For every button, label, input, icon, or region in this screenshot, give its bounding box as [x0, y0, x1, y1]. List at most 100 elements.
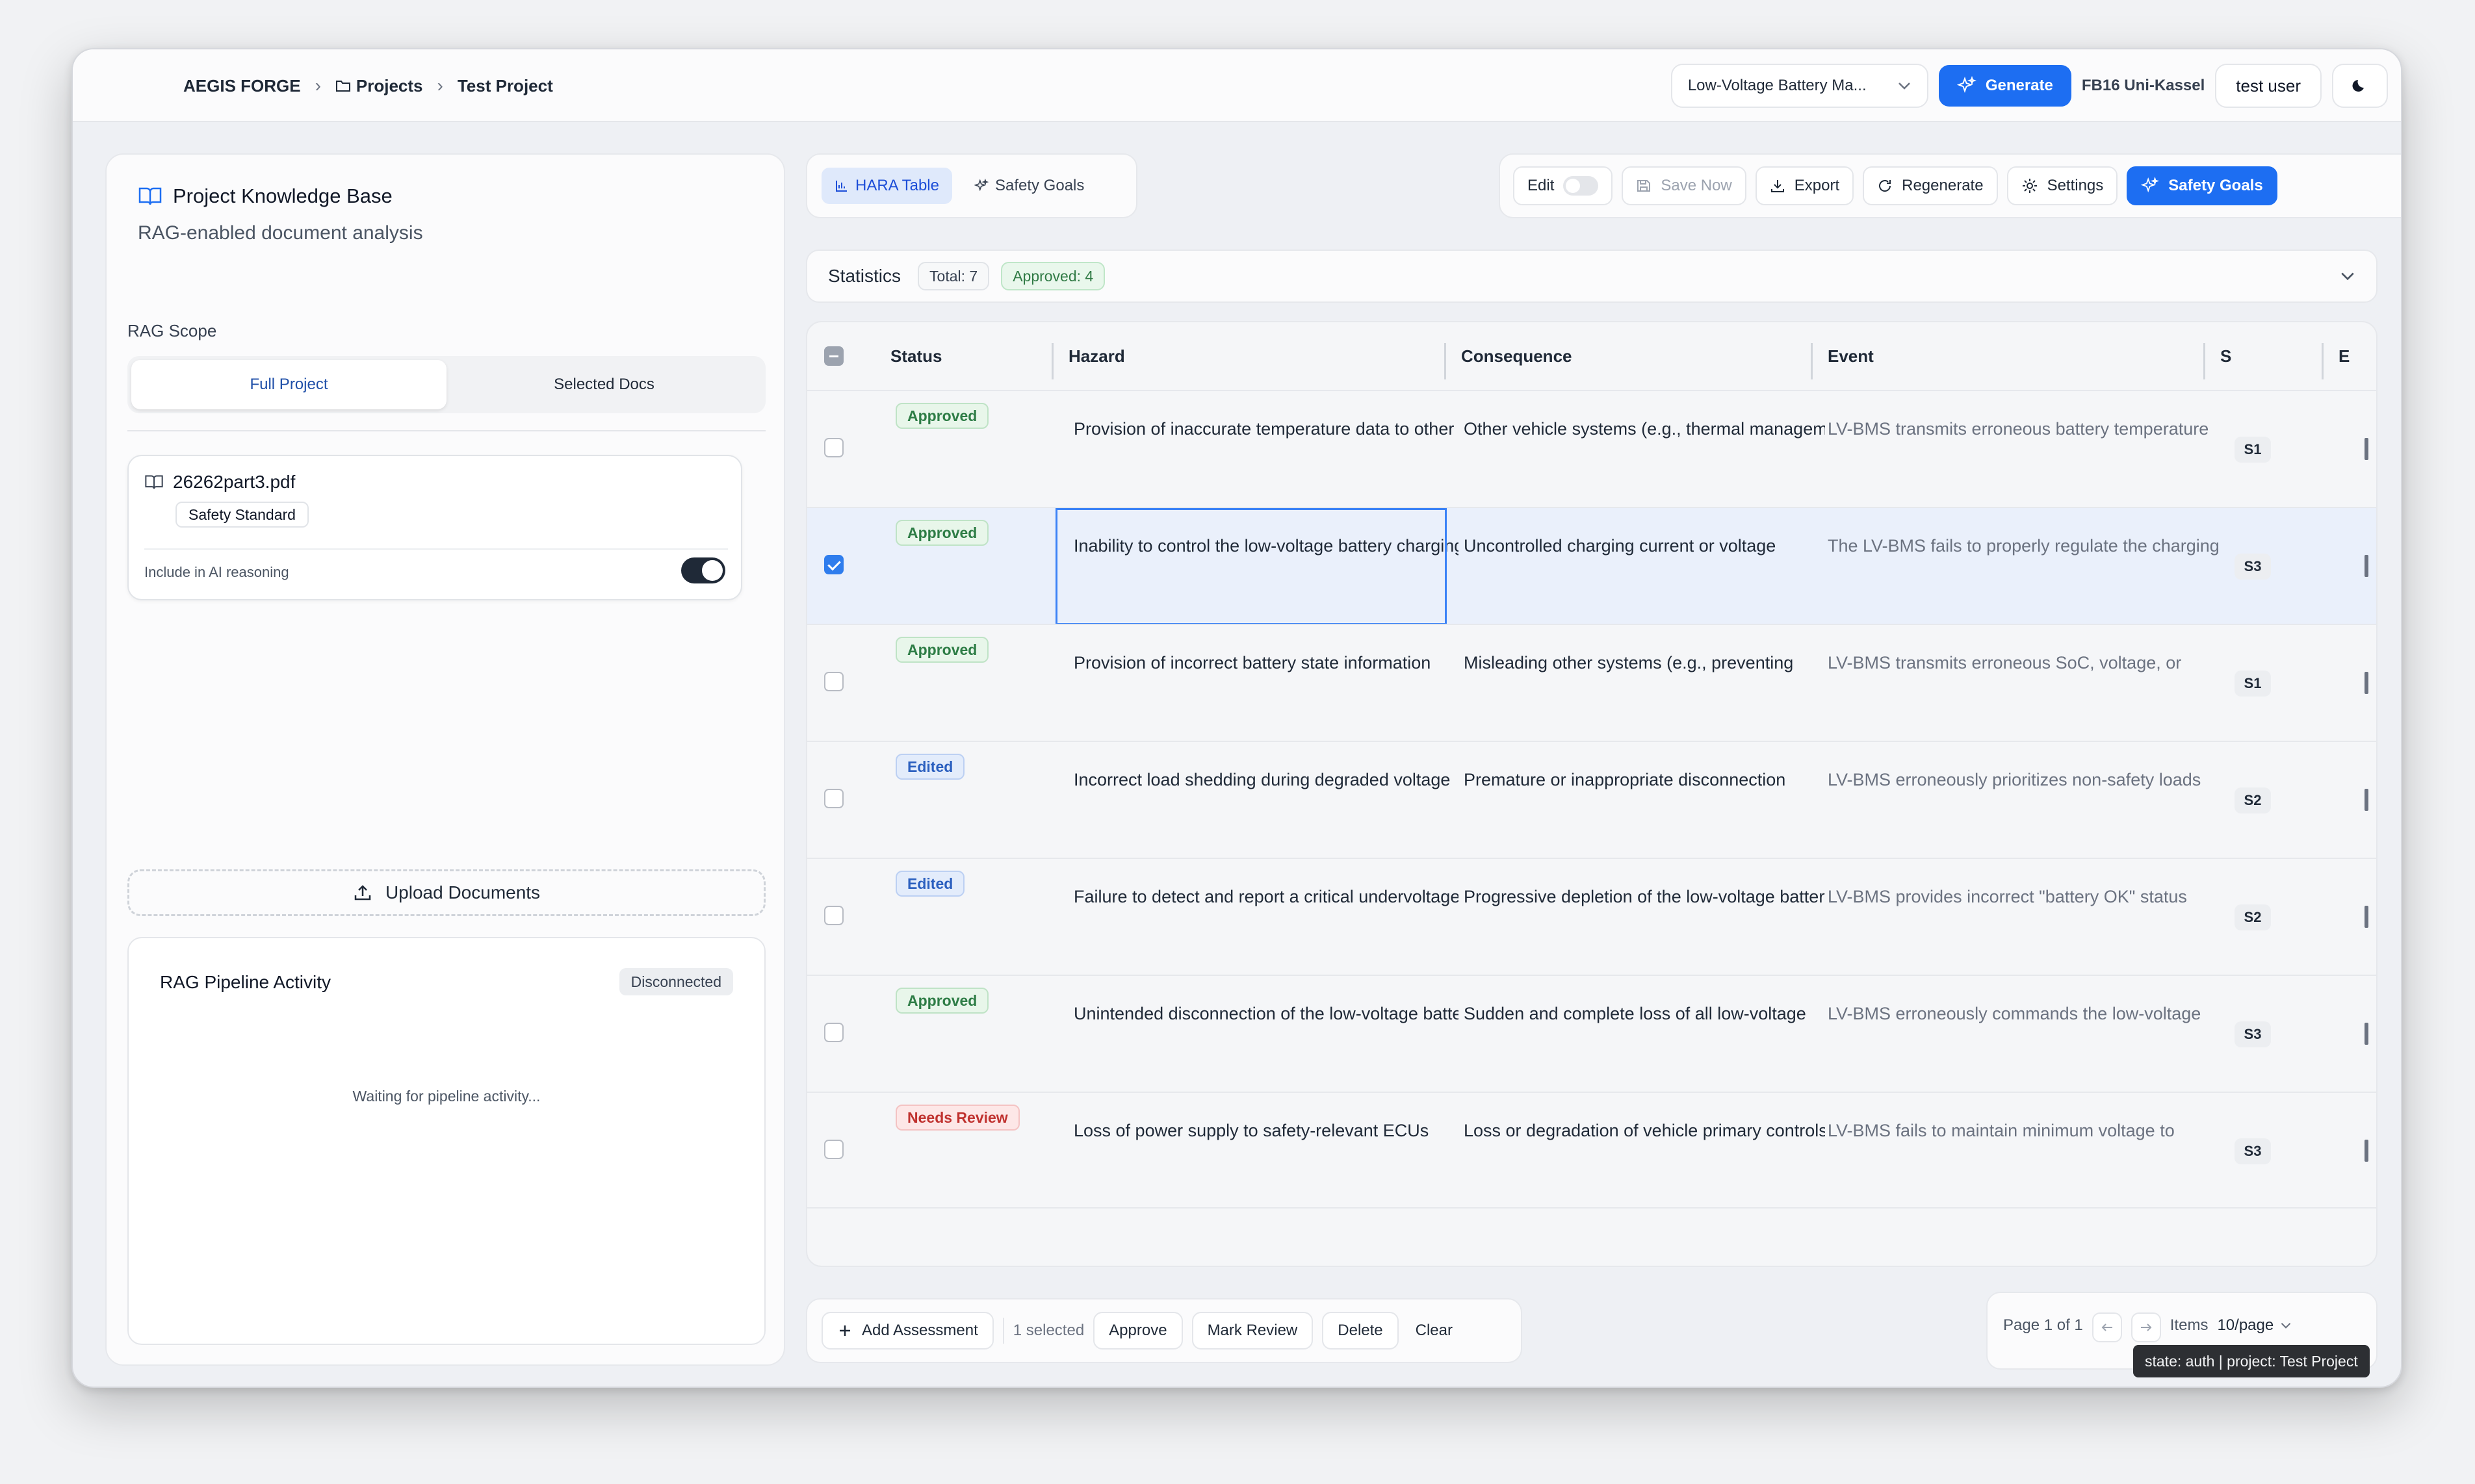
brand-link[interactable]: AEGIS FORGE	[183, 76, 301, 96]
table-toolbar: Edit Save Now Export Regenerate Settings…	[1499, 153, 2401, 218]
event-cell[interactable]: The LV-BMS fails to properly regulate th…	[1828, 533, 2358, 559]
hazard-cell[interactable]: Provision of incorrect battery state inf…	[1074, 650, 1458, 676]
consequence-cell[interactable]: Misleading other systems (e.g., preventi…	[1464, 650, 1825, 676]
bar-chart-icon	[836, 181, 847, 192]
sparkles-icon	[1956, 76, 1976, 93]
row-checkbox[interactable]	[824, 438, 844, 457]
regenerate-button[interactable]: Regenerate	[1863, 166, 1998, 205]
document-name: 26262part3.pdf	[144, 472, 295, 493]
crumb-project[interactable]: Test Project	[458, 76, 553, 96]
row-checkbox[interactable]	[824, 1140, 844, 1159]
table-row[interactable]: Approved Inability to control the low-vo…	[807, 507, 2376, 625]
add-assessment-button[interactable]: Add Assessment	[822, 1312, 994, 1350]
row-checkbox[interactable]	[824, 555, 844, 574]
event-cell[interactable]: LV-BMS erroneously prioritizes non-safet…	[1828, 767, 2358, 793]
exposure-cell[interactable]	[2365, 1140, 2368, 1162]
event-cell[interactable]: LV-BMS transmits erroneous battery tempe…	[1828, 416, 2358, 442]
approve-button[interactable]: Approve	[1093, 1312, 1183, 1350]
consequence-cell[interactable]: Premature or inappropriate disconnection	[1464, 767, 1825, 793]
exposure-cell[interactable]	[2365, 555, 2368, 577]
table-row[interactable]: Edited Incorrect load shedding during de…	[807, 741, 2376, 858]
theme-toggle[interactable]	[2332, 64, 2388, 108]
settings-button[interactable]: Settings	[2006, 166, 2118, 205]
edit-toggle[interactable]: Edit	[1513, 166, 1613, 205]
mark-review-button[interactable]: Mark Review	[1191, 1312, 1314, 1350]
prev-page-button[interactable]	[2092, 1312, 2122, 1342]
consequence-cell[interactable]: Loss or degradation of vehicle primary c…	[1464, 1118, 1825, 1144]
generate-button[interactable]: Generate	[1938, 65, 2071, 107]
scope-full-project[interactable]: Full Project	[131, 360, 447, 409]
consequence-cell[interactable]: Progressive depletion of the low-voltage…	[1464, 884, 1825, 910]
event-cell[interactable]: LV-BMS provides incorrect "battery OK" s…	[1828, 884, 2358, 910]
document-card[interactable]: 26262part3.pdf Safety Standard Include i…	[127, 455, 742, 600]
table-row[interactable]: Approved Provision of inaccurate tempera…	[807, 390, 2376, 507]
event-cell[interactable]: LV-BMS transmits erroneous SoC, voltage,…	[1828, 650, 2358, 676]
col-hazard[interactable]: Hazard	[1052, 322, 1125, 390]
select-all-checkbox[interactable]	[824, 346, 844, 366]
export-button[interactable]: Export	[1755, 166, 1854, 205]
row-checkbox[interactable]	[824, 672, 844, 691]
exposure-cell[interactable]	[2365, 672, 2368, 694]
table-row[interactable]: Approved Provision of incorrect battery …	[807, 624, 2376, 741]
upload-documents-button[interactable]: Upload Documents	[127, 869, 766, 916]
user-name: test user	[2236, 75, 2301, 96]
save-now-button[interactable]: Save Now	[1622, 166, 1746, 205]
regenerate-label: Regenerate	[1902, 177, 1984, 194]
download-icon	[1770, 180, 1784, 192]
exposure-cell[interactable]	[2365, 789, 2368, 811]
row-checkbox[interactable]	[824, 1023, 844, 1042]
hazard-cell[interactable]: Incorrect load shedding during degraded …	[1074, 767, 1458, 793]
col-consequence[interactable]: Consequence	[1444, 322, 1572, 390]
project-select[interactable]: Low-Voltage Battery Ma...	[1670, 64, 1928, 108]
col-hazard-label: Hazard	[1069, 346, 1125, 366]
hazard-cell[interactable]: Unintended disconnection of the low-volt…	[1074, 1001, 1458, 1027]
pipeline-waiting-text: Waiting for pipeline activity...	[352, 1088, 541, 1105]
consequence-cell[interactable]: Uncontrolled charging current or voltage	[1464, 533, 1825, 559]
scope-selected-docs[interactable]: Selected Docs	[447, 360, 762, 409]
hara-table: Status Hazard Consequence Event S E Appr…	[806, 321, 2378, 1267]
row-checkbox[interactable]	[824, 906, 844, 925]
col-event[interactable]: Event	[1811, 322, 1874, 390]
col-e[interactable]: E	[2322, 322, 2350, 390]
hazard-cell[interactable]: Loss of power supply to safety-relevant …	[1074, 1118, 1458, 1144]
exposure-cell[interactable]	[2365, 1023, 2368, 1045]
statistics-bar[interactable]: Statistics Total: 7 Approved: 4	[806, 249, 2378, 303]
table-row[interactable]: Needs Review Loss of power supply to saf…	[807, 1092, 2376, 1209]
tab-safety-goals[interactable]: Safety Goals	[961, 168, 1097, 204]
hazard-cell[interactable]: Failure to detect and report a critical …	[1074, 884, 1458, 910]
col-status[interactable]: Status	[890, 322, 942, 390]
column-divider	[1811, 343, 1813, 379]
rag-scope-label: RAG Scope	[127, 321, 217, 340]
selected-count: 1 selected	[1013, 1322, 1085, 1339]
status-badge: Edited	[896, 754, 965, 780]
row-checkbox[interactable]	[824, 789, 844, 808]
exposure-cell[interactable]	[2365, 906, 2368, 928]
delete-button[interactable]: Delete	[1322, 1312, 1399, 1350]
column-divider	[2203, 343, 2205, 379]
col-s[interactable]: S	[2203, 322, 2231, 390]
chevron-down-icon[interactable]	[2340, 271, 2355, 281]
next-page-button[interactable]	[2131, 1312, 2161, 1342]
include-ai-toggle[interactable]	[681, 557, 725, 583]
page-size-select[interactable]: 10/page	[2217, 1316, 2292, 1335]
table-row[interactable]: Edited Failure to detect and report a cr…	[807, 858, 2376, 975]
kb-subtitle: RAG-enabled document analysis	[138, 222, 423, 244]
event-cell[interactable]: LV-BMS fails to maintain minimum voltage…	[1828, 1118, 2358, 1144]
consequence-cell[interactable]: Sudden and complete loss of all low-volt…	[1464, 1001, 1825, 1027]
clear-button[interactable]: Clear	[1408, 1322, 1460, 1340]
event-cell[interactable]: LV-BMS erroneously commands the low-volt…	[1828, 1001, 2358, 1027]
book-icon	[145, 475, 163, 489]
plus-icon	[840, 1325, 850, 1336]
bulk-action-bar: Add Assessment 1 selected Approve Mark R…	[806, 1298, 1522, 1363]
consequence-cell[interactable]: Other vehicle systems (e.g., thermal man…	[1464, 416, 1825, 442]
chevron-down-icon	[2281, 1323, 2291, 1329]
col-s-label: S	[2220, 346, 2232, 366]
user-menu[interactable]: test user	[2215, 64, 2322, 108]
safety-goals-button[interactable]: Safety Goals	[2127, 166, 2277, 205]
tab-hara-table[interactable]: HARA Table	[822, 168, 952, 204]
exposure-cell[interactable]	[2365, 438, 2368, 460]
hazard-cell[interactable]: Provision of inaccurate temperature data…	[1074, 416, 1458, 442]
status-badge: Approved	[896, 520, 989, 546]
crumb-projects[interactable]: Projects	[335, 76, 423, 96]
table-row[interactable]: Approved Unintended disconnection of the…	[807, 975, 2376, 1092]
